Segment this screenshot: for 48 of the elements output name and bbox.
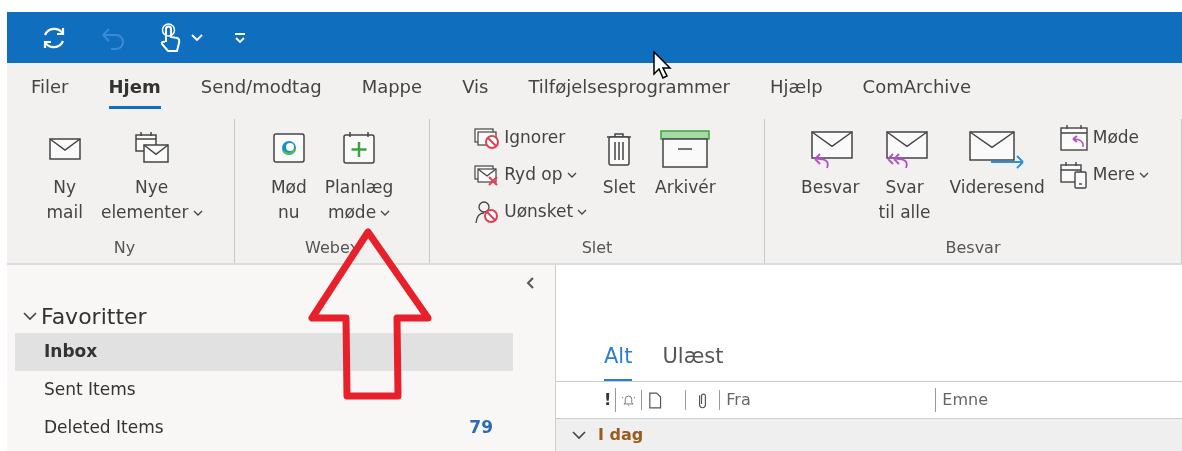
ribbon-button[interactable]: Ignorer bbox=[474, 123, 588, 153]
ribbon-tab[interactable]: Tilføjelsesprogrammer bbox=[528, 73, 730, 109]
ribbon-button[interactable]: Videresend bbox=[941, 119, 1053, 236]
filter-tab[interactable]: Ulæst bbox=[662, 331, 724, 381]
ribbon-button[interactable]: Besvar bbox=[793, 119, 868, 236]
dropdown-caret-icon[interactable] bbox=[191, 33, 203, 42]
ribbon-tab[interactable]: Hjælp bbox=[769, 73, 823, 109]
mouse-cursor-icon bbox=[652, 50, 674, 80]
ribbon-button[interactable]: Slet bbox=[593, 119, 646, 236]
person-block-icon bbox=[474, 200, 501, 224]
ribbon-tab[interactable]: Hjem bbox=[108, 73, 161, 109]
column-header[interactable]: Fra bbox=[720, 388, 937, 412]
ribbon-button[interactable]: Ryd op bbox=[474, 160, 588, 190]
ribbon-tab[interactable]: Mappe bbox=[361, 73, 423, 109]
folder-item[interactable]: Sent Items bbox=[15, 371, 513, 409]
group-label: Besvar bbox=[945, 237, 1001, 259]
ribbon-button[interactable]: Mere bbox=[1058, 160, 1149, 190]
collapse-chevron-icon[interactable] bbox=[526, 277, 535, 289]
ribbon-tab[interactable]: Vis bbox=[462, 73, 489, 109]
customize-toolbar-icon[interactable] bbox=[233, 30, 247, 45]
folder-item[interactable]: Inbox bbox=[15, 333, 513, 371]
unread-count: 79 bbox=[469, 416, 493, 440]
calendar-phone-icon bbox=[1058, 161, 1089, 189]
envelope-x-icon bbox=[474, 164, 501, 186]
ribbon-button[interactable]: Planlæg møde bbox=[316, 119, 402, 236]
ribbon-tab[interactable]: Filer bbox=[31, 73, 69, 109]
folder-item[interactable]: Deleted Items 79 bbox=[15, 409, 513, 447]
ribbon-tab[interactable]: Send/modtag bbox=[200, 73, 322, 109]
favorites-header[interactable]: Favoritter bbox=[15, 299, 513, 333]
ribbon-tab[interactable]: ComArchive bbox=[862, 73, 972, 109]
group-header[interactable]: I dag bbox=[556, 419, 1182, 451]
section-title: Favoritter bbox=[41, 302, 147, 331]
group-label: Ny bbox=[113, 237, 136, 259]
archive-box-icon bbox=[658, 128, 713, 170]
calendar-plus-icon bbox=[341, 131, 377, 167]
ribbon-button[interactable]: Ny mail bbox=[38, 119, 91, 236]
group-label: Slet bbox=[581, 237, 613, 259]
column-header[interactable]: ! bbox=[604, 388, 617, 412]
ignore-icon bbox=[474, 127, 501, 149]
ribbon-button[interactable]: Mød nu bbox=[262, 119, 315, 236]
column-header[interactable]: Emne bbox=[936, 388, 988, 412]
calendar-reply-icon bbox=[1058, 124, 1089, 152]
ribbon-button[interactable]: Arkivér bbox=[647, 119, 724, 236]
filter-tab[interactable]: Alt bbox=[604, 331, 633, 381]
ribbon-button[interactable]: Nye elementer bbox=[92, 119, 211, 236]
ribbon-button[interactable]: Møde bbox=[1058, 123, 1149, 153]
ribbon-button[interactable]: Uønsket bbox=[474, 197, 588, 227]
ribbon-button[interactable]: Svar til alle bbox=[869, 119, 940, 236]
